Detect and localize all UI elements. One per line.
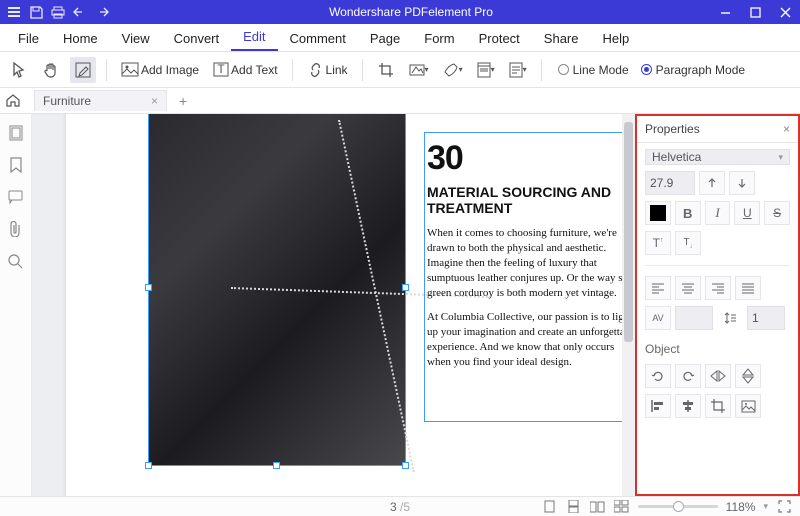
align-center-button[interactable] [675,276,701,300]
menu-form[interactable]: Form [412,26,466,51]
select-tool[interactable] [6,57,32,83]
print-icon[interactable] [48,2,68,22]
align-right-button[interactable] [705,276,731,300]
hand-tool[interactable] [38,57,64,83]
flip-horizontal-button[interactable] [705,364,731,388]
object-section-label: Object [645,342,790,356]
line-spacing-icon [717,306,743,330]
crop-object-button[interactable] [705,394,731,418]
bookmarks-icon[interactable] [7,156,25,174]
add-image-button[interactable]: Add Image [117,57,203,83]
minimize-button[interactable] [710,0,740,24]
add-text-button[interactable]: TAdd Text [209,57,281,83]
header-footer-tool[interactable]: ▾ [473,57,499,83]
section-number: 30 [427,139,635,178]
align-obj-center-button[interactable] [675,394,701,418]
panel-title: Properties [645,122,700,136]
bold-button[interactable]: B [675,201,701,225]
watermark-tool[interactable]: ▾ [405,57,433,83]
selected-image[interactable] [148,114,406,466]
line-spacing-input[interactable] [747,306,785,330]
page-indicator[interactable]: 3 /5 [390,500,410,514]
menu-home[interactable]: Home [51,26,110,51]
crop-tool[interactable] [373,57,399,83]
underline-button[interactable]: U [734,201,760,225]
char-spacing-input[interactable] [675,306,713,330]
char-spacing-button[interactable]: AV [645,306,671,330]
pdf-page: 30 MATERIAL SOURCING AND TREATMENT When … [66,114,626,496]
flip-vertical-button[interactable] [735,364,761,388]
app-title: Wondershare PDFelement Pro [112,5,710,19]
view-facing-icon[interactable] [590,500,606,514]
annotations-icon[interactable] [7,188,25,206]
font-size-input[interactable] [645,171,695,195]
menu-page[interactable]: Page [358,26,412,51]
redo-icon[interactable] [92,2,112,22]
section-heading: MATERIAL SOURCING AND TREATMENT [427,184,635,216]
close-tab-icon[interactable]: × [151,94,158,108]
bates-tool[interactable]: ▾ [505,57,531,83]
home-tab-icon[interactable] [6,94,28,107]
undo-icon[interactable] [70,2,90,22]
zoom-slider[interactable] [638,505,718,508]
menu-protect[interactable]: Protect [467,26,532,51]
app-menu-icon[interactable] [4,2,24,22]
shrink-font-button[interactable]: T↓ [675,231,701,255]
panel-close-icon[interactable]: × [783,122,790,136]
italic-button[interactable]: I [705,201,731,225]
doc-tab[interactable]: Furniture× [34,90,167,111]
view-facing-cont-icon[interactable] [614,500,630,514]
view-continuous-icon[interactable] [566,500,582,514]
title-bar: Wondershare PDFelement Pro [0,0,800,24]
edit-toolbar: Add Image TAdd Text Link ▾ ▾ ▾ ▾ Line Mo… [0,52,800,88]
edit-object-tool[interactable] [70,57,96,83]
font-family-select[interactable]: Helvetica▾ [645,149,790,165]
menu-convert[interactable]: Convert [162,26,232,51]
document-tabs: Furniture× + [0,88,800,114]
properties-panel: Properties × Helvetica▾ B I U S T↑ T↓ [635,114,800,496]
maximize-button[interactable] [740,0,770,24]
menu-edit[interactable]: Edit [231,24,277,51]
align-obj-left-button[interactable] [645,394,671,418]
line-mode-radio[interactable]: Line Mode [558,63,629,77]
svg-text:T: T [217,62,225,76]
rotate-ccw-button[interactable] [645,364,671,388]
align-left-button[interactable] [645,276,671,300]
background-tool[interactable]: ▾ [439,57,467,83]
menu-comment[interactable]: Comment [278,26,358,51]
document-canvas[interactable]: 30 MATERIAL SOURCING AND TREATMENT When … [32,114,635,496]
font-color-button[interactable] [645,201,671,225]
text-block[interactable]: 30 MATERIAL SOURCING AND TREATMENT When … [424,132,635,422]
grow-font-button[interactable]: T↑ [645,231,671,255]
align-justify-button[interactable] [735,276,761,300]
save-icon[interactable] [26,2,46,22]
menu-file[interactable]: File [6,26,51,51]
vertical-scrollbar[interactable] [622,114,635,496]
replace-image-button[interactable] [735,394,761,418]
zoom-value[interactable]: 118% [726,500,756,514]
thumbnails-icon[interactable] [7,124,25,142]
superscript-button[interactable] [699,171,725,195]
body-para-2: At Columbia Collective, our passion is t… [427,310,635,369]
close-button[interactable] [770,0,800,24]
menu-view[interactable]: View [110,26,162,51]
new-tab-button[interactable]: + [173,93,193,109]
menu-help[interactable]: Help [591,26,642,51]
menu-bar: File Home View Convert Edit Comment Page… [0,24,800,52]
body-para-1: When it comes to choosing furniture, we'… [427,226,635,300]
attachments-icon[interactable] [7,220,25,238]
paragraph-mode-radio[interactable]: Paragraph Mode [641,63,745,77]
fullscreen-icon[interactable] [776,500,792,514]
link-button[interactable]: Link [303,57,352,83]
search-icon[interactable] [7,252,25,270]
view-single-icon[interactable] [542,500,558,514]
rotate-cw-button[interactable] [675,364,701,388]
status-bar: 3 /5 118% ▾ [0,496,800,516]
left-sidebar [0,114,32,496]
strikethrough-button[interactable]: S [764,201,790,225]
subscript-button[interactable] [729,171,755,195]
menu-share[interactable]: Share [532,26,591,51]
